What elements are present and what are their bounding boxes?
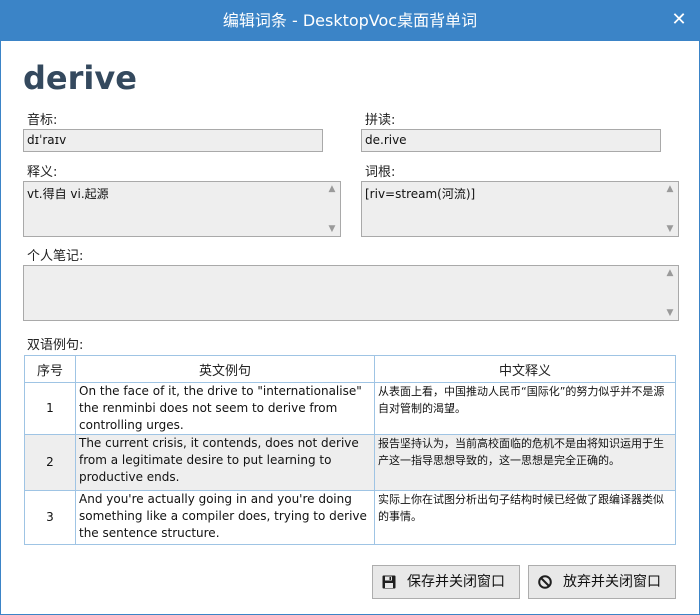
spelling-field[interactable]: de.rive [361,129,661,152]
edit-entry-window: 编辑词条 - DesktopVoc桌面背单词 ✕ derive 音标: dɪˈr… [0,0,700,615]
meaning-label: 释义: [27,165,58,180]
save-and-close-button[interactable]: 保存并关闭窗口 [372,565,520,599]
column-header-chinese[interactable]: 中文释义 [374,355,676,383]
english-sentence: The current crisis, it contends, does no… [75,434,375,491]
scroll-up-icon[interactable]: ▲ [662,266,678,280]
notes-scrollbar[interactable]: ▲ ▼ [662,266,678,320]
phonetic-field[interactable]: dɪˈraɪv [23,129,323,152]
table-row[interactable]: 1 On the face of it, the drive to "inter… [24,382,676,435]
row-index: 1 [24,382,76,435]
english-sentence: On the face of it, the drive to "interna… [75,382,375,435]
close-icon[interactable]: ✕ [669,10,689,30]
scroll-up-icon[interactable]: ▲ [324,182,340,196]
examples-table: 序号 英文例句 中文释义 1 On the face of it, the dr… [24,355,676,545]
phonetic-label: 音标: [27,113,58,128]
chinese-translation: 实际上你在试图分析出句子结构时候已经做了跟编译器类似的事情。 [374,490,676,545]
title-bar: 编辑词条 - DesktopVoc桌面背单词 ✕ [1,1,699,41]
meaning-textarea[interactable]: vt.得自 vi.起源 ▲ ▼ [23,181,341,237]
scroll-down-icon[interactable]: ▼ [662,306,678,320]
row-index: 2 [24,434,76,491]
column-header-index[interactable]: 序号 [24,355,76,383]
scroll-down-icon[interactable]: ▼ [662,222,678,236]
root-text: [riv=stream(河流)] [365,187,476,201]
examples-label: 双语例句: [27,338,84,353]
floppy-disk-icon [382,575,396,589]
prohibited-icon [538,575,552,589]
row-index: 3 [24,490,76,545]
window-title: 编辑词条 - DesktopVoc桌面背单词 [222,11,478,30]
english-sentence: And you're actually going in and you're … [75,490,375,545]
notes-label: 个人笔记: [27,249,84,264]
root-textarea[interactable]: [riv=stream(河流)] ▲ ▼ [361,181,679,237]
scroll-up-icon[interactable]: ▲ [662,182,678,196]
table-header-row: 序号 英文例句 中文释义 [24,355,676,383]
headword: derive [23,59,137,97]
notes-textarea[interactable]: ▲ ▼ [23,265,679,321]
spelling-label: 拼读: [365,113,396,128]
root-label: 词根: [365,165,396,180]
scroll-down-icon[interactable]: ▼ [324,222,340,236]
chinese-translation: 报告坚持认为，当前高校面临的危机不是由将知识运用于生产这一指导思想导致的，这一思… [374,434,676,491]
save-button-label: 保存并关闭窗口 [407,574,505,590]
root-scrollbar[interactable]: ▲ ▼ [662,182,678,236]
discard-button-label: 放弃并关闭窗口 [563,574,661,590]
table-row[interactable]: 2 The current crisis, it contends, does … [24,434,676,491]
discard-and-close-button[interactable]: 放弃并关闭窗口 [528,565,676,599]
meaning-text: vt.得自 vi.起源 [27,187,109,201]
chinese-translation: 从表面上看，中国推动人民币“国际化”的努力似乎并不是源自对管制的渴望。 [374,382,676,435]
column-header-english[interactable]: 英文例句 [75,355,375,383]
table-row[interactable]: 3 And you're actually going in and you'r… [24,490,676,545]
meaning-scrollbar[interactable]: ▲ ▼ [324,182,340,236]
